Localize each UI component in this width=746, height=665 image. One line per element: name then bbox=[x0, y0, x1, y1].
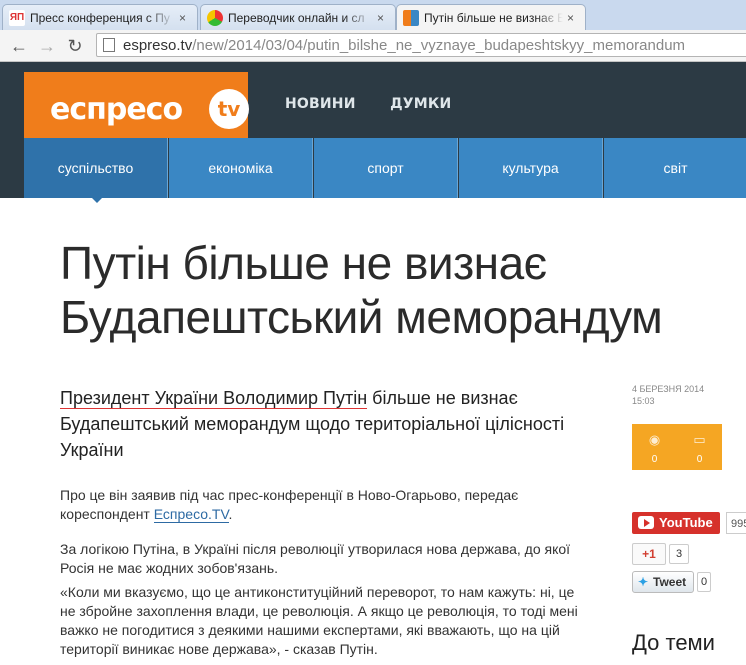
eye-icon: ◉ bbox=[648, 432, 661, 447]
gplus-count: 3 bbox=[669, 544, 689, 564]
back-button[interactable]: ← bbox=[8, 35, 30, 57]
logo-text: еспресо bbox=[50, 92, 183, 127]
source-link[interactable]: Еспресо.TV bbox=[153, 506, 229, 523]
category-nav: суспільство економіка спорт культура сві… bbox=[0, 138, 746, 198]
tweet-label: Tweet bbox=[653, 575, 687, 589]
comments-count: 0 bbox=[696, 454, 703, 465]
site-header: еспресо tv НОВИНИ ДУМКИ bbox=[0, 62, 746, 138]
comment-icon: ▭ bbox=[693, 432, 706, 447]
browser-toolbar: ← → ↻ espreso.tv /new/2014/03/04/putin_b… bbox=[0, 30, 746, 62]
yandex-icon: ЯП bbox=[9, 9, 25, 26]
youtube-icon bbox=[638, 516, 654, 529]
youtube-subscribe-button[interactable]: YouTube bbox=[632, 512, 720, 534]
paragraph-text: Про це він заявив під час прес-конференц… bbox=[60, 487, 519, 522]
reload-button[interactable]: ↻ bbox=[64, 35, 86, 57]
browser-tab[interactable]: ЯП Пресс конференция с Пу × bbox=[2, 4, 198, 30]
category-society[interactable]: суспільство bbox=[24, 138, 168, 198]
youtube-label: YouTube bbox=[659, 515, 713, 530]
comments-counter[interactable]: ▭ 0 bbox=[677, 424, 722, 470]
views-count: 0 bbox=[651, 454, 658, 465]
article-paragraph: «Коли ми вказуємо, що це антиконституцій… bbox=[60, 584, 578, 657]
nav-item-opinions[interactable]: ДУМКИ bbox=[390, 96, 451, 112]
category-world[interactable]: світ bbox=[604, 138, 746, 198]
tab-close-icon[interactable]: × bbox=[377, 11, 389, 25]
tweet-count: 0 bbox=[697, 572, 711, 592]
tab-close-icon[interactable]: × bbox=[179, 11, 191, 25]
time-text: 15:03 bbox=[632, 396, 655, 406]
views-counter: ◉ 0 bbox=[632, 424, 677, 470]
category-sport[interactable]: спорт bbox=[314, 138, 458, 198]
browser-tabstrip: ЯП Пресс конференция с Пу × Переводчик о… bbox=[0, 0, 746, 31]
url-path: /new/2014/03/04/putin_bilshe_ne_vyznaye_… bbox=[192, 36, 686, 54]
tweet-button[interactable]: ✦ Tweet bbox=[632, 571, 694, 593]
nav-item-news[interactable]: НОВИНИ bbox=[285, 96, 356, 112]
translate-icon bbox=[207, 9, 223, 26]
browser-tab-active[interactable]: Путін більше не визнає Б × bbox=[396, 4, 586, 30]
browser-tab[interactable]: Переводчик онлайн и сл × bbox=[200, 4, 396, 30]
publish-date: 4 БЕРЕЗНЯ 2014 15:03 bbox=[632, 383, 742, 407]
article-paragraph: За логікою Путіна, в Україні після револ… bbox=[60, 541, 571, 576]
tab-title: Переводчик онлайн и сл bbox=[228, 10, 365, 25]
tab-close-icon[interactable]: × bbox=[567, 11, 579, 25]
article-lead: Президент України Володимир Путін більше… bbox=[60, 385, 600, 463]
category-economy[interactable]: економіка bbox=[169, 138, 313, 198]
active-category-pointer bbox=[90, 196, 104, 203]
lead-highlight: Президент України Володимир Путін bbox=[60, 388, 368, 409]
article-title: Путін більше не визнає Будапештський мем… bbox=[60, 237, 663, 343]
address-bar[interactable]: espreso.tv /new/2014/03/04/putin_bilshe_… bbox=[96, 33, 746, 57]
youtube-count: 995 bbox=[726, 512, 746, 534]
site-logo[interactable]: еспресо tv bbox=[24, 72, 249, 138]
tab-title: Путін більше не визнає Б bbox=[424, 10, 563, 25]
main-nav: НОВИНИ ДУМКИ bbox=[285, 95, 481, 113]
logo-tv-badge: tv bbox=[209, 89, 249, 129]
url-host: espreso.tv bbox=[123, 36, 193, 54]
paragraph-text: . bbox=[228, 506, 233, 522]
gplus-button[interactable]: +1 bbox=[632, 543, 666, 565]
category-culture[interactable]: культура bbox=[459, 138, 603, 198]
twitter-bird-icon: ✦ bbox=[638, 575, 649, 589]
date-text: 4 БЕРЕЗНЯ 2014 bbox=[632, 384, 705, 394]
related-heading: До теми bbox=[632, 630, 715, 655]
article-paragraph: Про це він заявив під час прес-конференц… bbox=[60, 486, 590, 524]
forward-button[interactable]: → bbox=[36, 35, 58, 57]
page-icon bbox=[103, 38, 115, 52]
tab-title: Пресс конференция с Пу bbox=[30, 10, 170, 25]
espreso-favicon-icon bbox=[403, 9, 419, 26]
